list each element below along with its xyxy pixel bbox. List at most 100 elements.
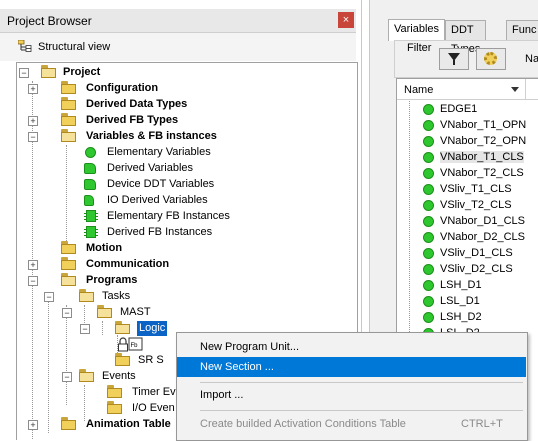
- green-dot-icon: [423, 200, 434, 211]
- folder-icon: [61, 273, 77, 286]
- list-item[interactable]: LSH_D1: [397, 277, 538, 293]
- structural-view-label: Structural view: [38, 41, 111, 53]
- folder-icon: [61, 241, 77, 254]
- tree-line: [66, 305, 67, 405]
- folder-icon: [115, 353, 131, 366]
- tree-label: SR S: [138, 354, 164, 366]
- tree-line: [48, 293, 49, 433]
- variable-name: LSH_D2: [440, 311, 482, 323]
- green-dot-icon: [423, 248, 434, 259]
- list-item[interactable]: VSliv_T2_CLS: [397, 197, 538, 213]
- tree-line: [102, 321, 103, 335]
- list-item[interactable]: VSliv_D1_CLS: [397, 245, 538, 261]
- menu-item-label: Create builded Activation Conditions Tab…: [200, 418, 406, 430]
- green-dot-icon: [423, 104, 434, 115]
- list-item[interactable]: VSliv_T1_CLS: [397, 181, 538, 197]
- folder-icon: [61, 417, 77, 430]
- list-item[interactable]: EDGE1: [397, 101, 538, 117]
- filter-button[interactable]: [439, 48, 469, 70]
- green-dot-icon: [423, 120, 434, 131]
- folder-icon: [61, 81, 77, 94]
- io-derived-icon: [84, 195, 94, 206]
- tree-label: Project: [63, 66, 101, 78]
- green-dot-icon: [423, 136, 434, 147]
- menu-item-label: New Section ...: [200, 361, 274, 373]
- filter-label: Filter: [405, 42, 434, 54]
- green-dot-icon: [423, 168, 434, 179]
- tab-variables[interactable]: Variables: [388, 19, 446, 41]
- tree-label: Communication: [86, 258, 170, 270]
- tree-label: Elementary FB Instances: [107, 210, 230, 222]
- variable-name: VSliv_D1_CLS: [440, 247, 513, 259]
- variable-name: VSliv_D2_CLS: [440, 263, 513, 275]
- collapse-icon[interactable]: −: [28, 276, 38, 286]
- menu-item-label: New Program Unit...: [200, 341, 300, 353]
- tree-label: Derived Data Types: [86, 98, 188, 110]
- folder-icon: [61, 113, 77, 126]
- filter-settings-button[interactable]: [476, 48, 506, 70]
- menu-item-new-section[interactable]: New Section ...: [177, 357, 526, 377]
- tree-label: Variables & FB instances: [86, 130, 217, 142]
- tree-line: [84, 385, 85, 421]
- variable-name: LSL_D1: [440, 295, 480, 307]
- menu-item-new-program-unit[interactable]: New Program Unit...: [177, 337, 526, 357]
- function-block-icon: [84, 226, 98, 238]
- lock-icon: Fb: [118, 337, 143, 352]
- tree-label: IO Derived Variables: [107, 194, 208, 206]
- collapse-icon[interactable]: −: [62, 308, 72, 318]
- tree-item-logic-section[interactable]: Fb: [117, 337, 157, 352]
- tree-label: Programs: [86, 274, 138, 286]
- menu-item-import[interactable]: Import ...: [177, 385, 526, 405]
- tree-label: Tasks: [102, 290, 131, 302]
- variable-name: EDGE1: [440, 103, 478, 115]
- tab-ddt-types[interactable]: DDT Types: [445, 20, 487, 55]
- folder-icon: [107, 385, 123, 398]
- expand-icon[interactable]: +: [28, 260, 38, 270]
- structural-view-icon: [18, 40, 32, 52]
- tree-label: Events: [102, 370, 136, 382]
- list-item[interactable]: VNabor_T1_OPN: [397, 117, 538, 133]
- funnel-stem: [453, 60, 455, 65]
- variable-name: VNabor_D1_CLS: [440, 215, 525, 227]
- collapse-icon[interactable]: −: [62, 372, 72, 382]
- expand-icon[interactable]: +: [28, 116, 38, 126]
- variable-name: LSH_D1: [440, 279, 482, 291]
- collapse-icon[interactable]: −: [44, 292, 54, 302]
- tree-label-selected: Logic: [137, 321, 168, 336]
- list-item[interactable]: VSliv_D2_CLS: [397, 261, 538, 277]
- list-item[interactable]: LSL_D1: [397, 293, 538, 309]
- collapse-icon[interactable]: −: [80, 324, 90, 334]
- svg-text:Fb: Fb: [131, 343, 139, 349]
- list-item[interactable]: LSH_D2: [397, 309, 538, 325]
- chevron-down-icon[interactable]: [511, 87, 519, 92]
- menu-item-create-activation-table[interactable]: Create builded Activation Conditions Tab…: [177, 414, 526, 434]
- list-item[interactable]: VNabor_T1_CLS: [397, 149, 538, 165]
- tree-label: Animation Table: [86, 418, 171, 430]
- column-header-name[interactable]: Name: [397, 79, 538, 100]
- tab-function-types[interactable]: Func: [506, 20, 538, 40]
- name-filter-label: Na: [525, 53, 538, 65]
- tree-line: [66, 145, 67, 241]
- folder-icon: [41, 65, 57, 78]
- list-item[interactable]: VNabor_T2_OPN: [397, 133, 538, 149]
- list-item[interactable]: VNabor_T2_CLS: [397, 165, 538, 181]
- tree-label: Motion: [86, 242, 123, 254]
- folder-icon: [107, 401, 123, 414]
- close-button[interactable]: ×: [338, 12, 354, 28]
- list-item[interactable]: VNabor_D2_CLS: [397, 229, 538, 245]
- folder-icon: [61, 97, 77, 110]
- column-separator[interactable]: [525, 79, 526, 99]
- variable-name: VNabor_D2_CLS: [440, 231, 525, 243]
- tree-label: MAST: [120, 306, 151, 318]
- tree-label: Derived Variables: [107, 162, 194, 174]
- expand-icon[interactable]: +: [28, 84, 38, 94]
- context-menu: New Program Unit... New Section ... Impo…: [176, 332, 528, 441]
- list-item[interactable]: VNabor_D1_CLS: [397, 213, 538, 229]
- collapse-icon[interactable]: −: [28, 132, 38, 142]
- green-dot-icon: [423, 216, 434, 227]
- expand-icon[interactable]: +: [28, 420, 38, 430]
- tree-label: Derived FB Types: [86, 114, 179, 126]
- green-dot-icon: [423, 312, 434, 323]
- collapse-icon[interactable]: −: [19, 68, 29, 78]
- project-browser-titlebar[interactable]: Project Browser ×: [0, 9, 356, 33]
